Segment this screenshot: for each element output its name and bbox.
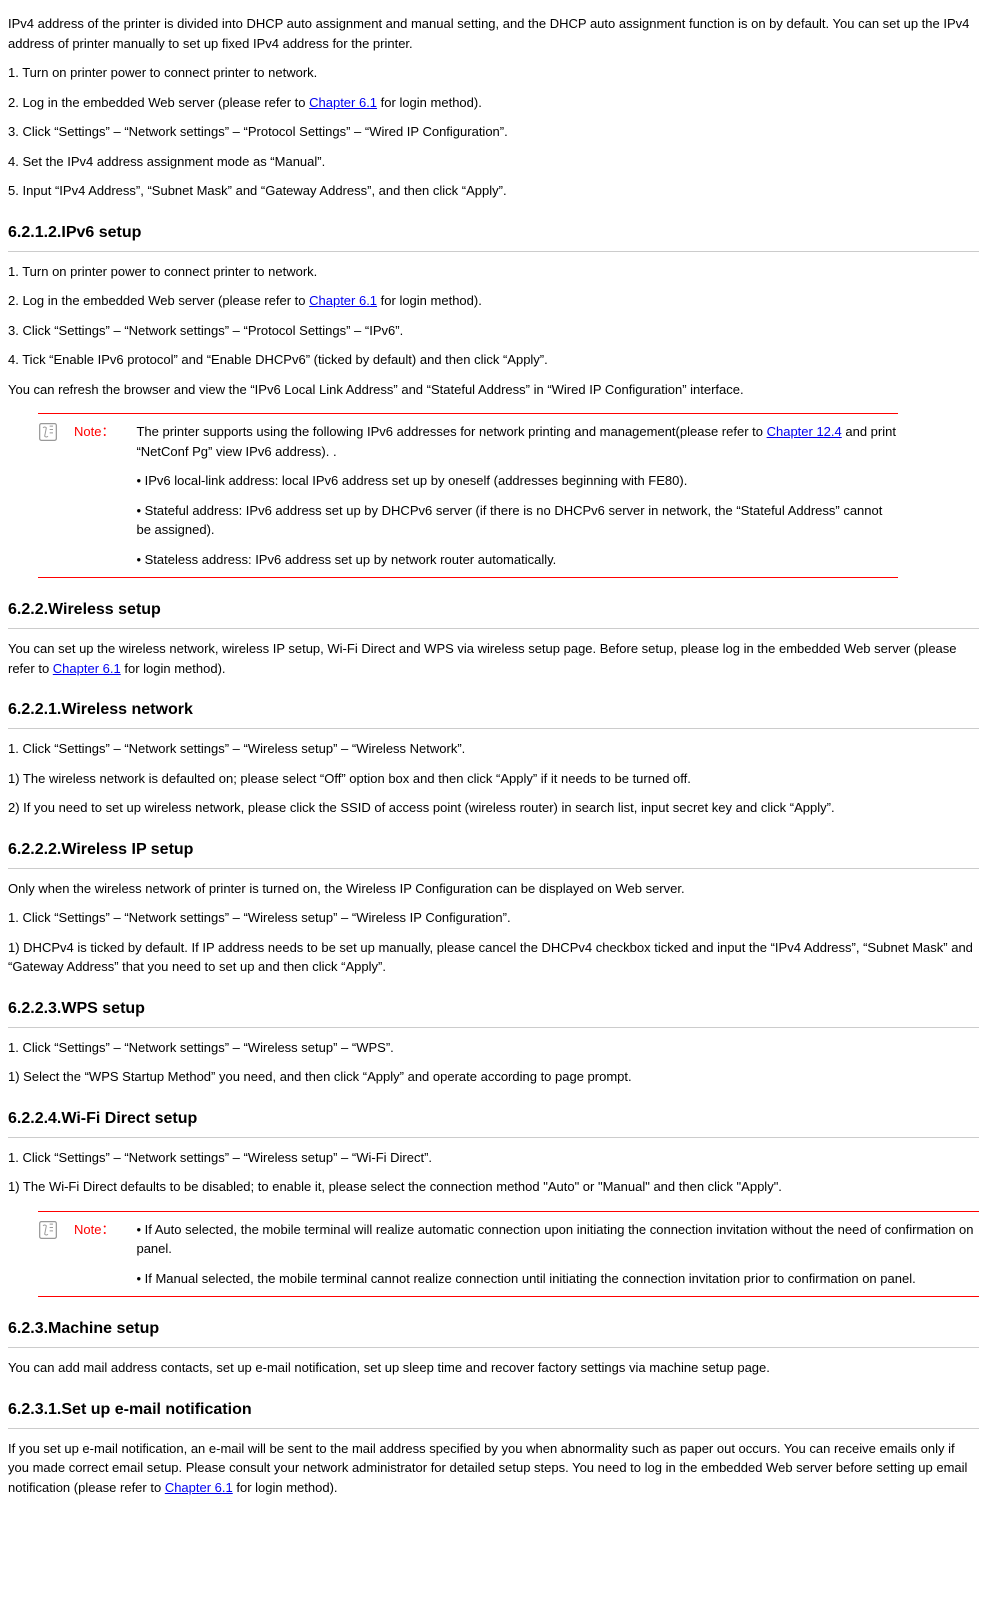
ipv6-step-2: 2. Log in the embedded Web server (pleas… — [8, 291, 979, 311]
text-segment: The printer supports using the following… — [136, 424, 766, 439]
text-segment: If you set up e-mail notification, an e-… — [8, 1441, 971, 1495]
wireless-intro: You can set up the wireless network, wir… — [8, 639, 979, 678]
note-label: Note： — [74, 1220, 114, 1240]
heading-wireless-network: 6.2.2.1.Wireless network — [8, 698, 979, 729]
chapter-6-1-link[interactable]: Chapter 6.1 — [53, 661, 121, 676]
wifi-step-2: 1) The Wi-Fi Direct defaults to be disab… — [8, 1177, 979, 1197]
text-segment: for login method). — [233, 1480, 338, 1495]
note-icon — [38, 1220, 58, 1240]
ipv6-step-4: 4. Tick “Enable IPv6 protocol” and “Enab… — [8, 350, 979, 370]
note-content: • If Auto selected, the mobile terminal … — [136, 1220, 979, 1289]
heading-machine-setup: 6.2.3.Machine setup — [8, 1317, 979, 1348]
note-line: • Stateless address: IPv6 address set up… — [136, 550, 898, 570]
wip-paragraph: Only when the wireless network of printe… — [8, 879, 979, 899]
ipv4-step-5: 5. Input “IPv4 Address”, “Subnet Mask” a… — [8, 181, 979, 201]
ipv6-refresh-note: You can refresh the browser and view the… — [8, 380, 979, 400]
note-line: The printer supports using the following… — [136, 422, 898, 461]
ipv6-step-1: 1. Turn on printer power to connect prin… — [8, 262, 979, 282]
email-intro: If you set up e-mail notification, an e-… — [8, 1439, 979, 1498]
wnet-step-1: 1. Click “Settings” – “Network settings”… — [8, 739, 979, 759]
ipv4-step-4: 4. Set the IPv4 address assignment mode … — [8, 152, 979, 172]
note-line: • If Manual selected, the mobile termina… — [136, 1269, 979, 1289]
text-segment: 2. Log in the embedded Web server (pleas… — [8, 293, 309, 308]
note-line: • If Auto selected, the mobile terminal … — [136, 1220, 979, 1259]
heading-email-notification: 6.2.3.1.Set up e-mail notification — [8, 1398, 979, 1429]
note-box-wifi: Note： • If Auto selected, the mobile ter… — [38, 1211, 979, 1298]
note-label: Note： — [74, 422, 114, 442]
chapter-12-4-link[interactable]: Chapter 12.4 — [767, 424, 842, 439]
intro-paragraph: IPv4 address of the printer is divided i… — [8, 14, 979, 53]
heading-ipv6-setup: 6.2.1.2.IPv6 setup — [8, 221, 979, 252]
wip-step-1: 1. Click “Settings” – “Network settings”… — [8, 908, 979, 928]
chapter-6-1-link[interactable]: Chapter 6.1 — [165, 1480, 233, 1495]
wps-step-1: 1. Click “Settings” – “Network settings”… — [8, 1038, 979, 1058]
chapter-6-1-link[interactable]: Chapter 6.1 — [309, 95, 377, 110]
note-line: • IPv6 local-link address: local IPv6 ad… — [136, 471, 898, 491]
wnet-step-2: 1) The wireless network is defaulted on;… — [8, 769, 979, 789]
heading-wifi-direct-setup: 6.2.2.4.Wi-Fi Direct setup — [8, 1107, 979, 1138]
ipv6-step-3: 3. Click “Settings” – “Network settings”… — [8, 321, 979, 341]
text-segment: for login method). — [121, 661, 226, 676]
wifi-step-1: 1. Click “Settings” – “Network settings”… — [8, 1148, 979, 1168]
note-icon — [38, 422, 58, 442]
text-segment: for login method). — [377, 95, 482, 110]
heading-wps-setup: 6.2.2.3.WPS setup — [8, 997, 979, 1028]
ipv4-step-3: 3. Click “Settings” – “Network settings”… — [8, 122, 979, 142]
chapter-6-1-link[interactable]: Chapter 6.1 — [309, 293, 377, 308]
heading-wireless-ip-setup: 6.2.2.2.Wireless IP setup — [8, 838, 979, 869]
wnet-step-3: 2) If you need to set up wireless networ… — [8, 798, 979, 818]
wip-step-2: 1) DHCPv4 is ticked by default. If IP ad… — [8, 938, 979, 977]
machine-intro: You can add mail address contacts, set u… — [8, 1358, 979, 1378]
note-content: The printer supports using the following… — [136, 422, 898, 569]
text-segment: 2. Log in the embedded Web server (pleas… — [8, 95, 309, 110]
wps-step-2: 1) Select the “WPS Startup Method” you n… — [8, 1067, 979, 1087]
ipv4-step-1: 1. Turn on printer power to connect prin… — [8, 63, 979, 83]
note-box-ipv6: Note： The printer supports using the fol… — [38, 413, 898, 578]
heading-wireless-setup: 6.2.2.Wireless setup — [8, 598, 979, 629]
note-line: • Stateful address: IPv6 address set up … — [136, 501, 898, 540]
ipv4-step-2: 2. Log in the embedded Web server (pleas… — [8, 93, 979, 113]
text-segment: for login method). — [377, 293, 482, 308]
